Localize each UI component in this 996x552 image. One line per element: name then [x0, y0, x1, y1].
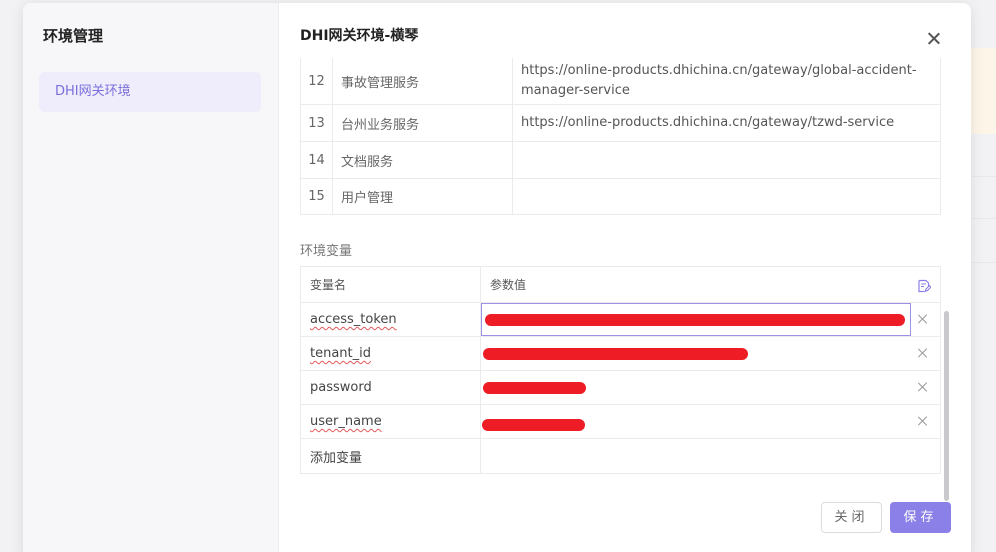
var-value-cell[interactable] — [481, 405, 940, 438]
header-var-name: 变量名 — [301, 267, 481, 302]
service-name: 文档服务 — [333, 142, 513, 178]
var-name-cell[interactable]: password — [301, 371, 481, 404]
env-var-row: access_token — [301, 303, 940, 337]
sidebar-item-dhi-gateway-env[interactable]: DHI网关环境 — [39, 72, 261, 112]
table-row: 12 事故管理服务 https://online-products.dhichi… — [301, 58, 940, 104]
add-variable-input[interactable]: 添加变量 — [301, 439, 481, 473]
var-name: access_token — [310, 312, 397, 327]
delete-row-icon[interactable] — [916, 346, 930, 360]
services-table: 12 事故管理服务 https://online-products.dhichi… — [300, 58, 941, 215]
dialog-title: DHI网关环境-横琴 — [300, 28, 419, 44]
close-button[interactable]: 关闭 — [821, 502, 882, 533]
redaction-mark — [483, 348, 748, 360]
table-row: 13 台州业务服务 https://online-products.dhichi… — [301, 104, 940, 141]
var-value-cell[interactable] — [481, 371, 940, 404]
var-value-input[interactable] — [481, 405, 911, 438]
service-name: 用户管理 — [333, 179, 513, 214]
var-value-cell[interactable] — [481, 337, 940, 370]
row-index: 12 — [301, 58, 333, 104]
var-value-input[interactable] — [481, 303, 911, 336]
header-var-value: 参数值 — [490, 278, 527, 292]
table-row: 15 用户管理 — [301, 178, 940, 214]
close-icon[interactable] — [924, 29, 944, 49]
sidebar: 环境管理 DHI网关环境 — [23, 3, 279, 552]
add-variable-value-cell[interactable] — [481, 439, 940, 473]
redaction-mark — [485, 314, 905, 326]
service-url: https://online-products.dhichina.cn/gate… — [521, 63, 917, 98]
var-name-cell[interactable]: tenant_id — [301, 337, 481, 370]
header-var-value-cell: 参数值 — [481, 267, 940, 302]
var-name: tenant_id — [310, 346, 372, 361]
delete-row-icon[interactable] — [916, 414, 930, 428]
env-var-row: user_name — [301, 405, 940, 439]
env-var-add-row: 添加变量 — [301, 439, 940, 473]
var-name: password — [310, 380, 372, 395]
table-row: 14 文档服务 — [301, 141, 940, 178]
main-content: DHI网关环境-横琴 12 事故管理服务 https://online-prod… — [279, 3, 971, 552]
service-url — [513, 142, 940, 178]
scrollbar[interactable] — [944, 311, 949, 501]
environment-management-dialog: 环境管理 DHI网关环境 DHI网关环境-横琴 12 事故管理服务 https:… — [23, 3, 971, 552]
var-value-cell[interactable] — [481, 303, 940, 336]
row-index: 13 — [301, 105, 333, 141]
service-name: 台州业务服务 — [333, 105, 513, 141]
var-value-input[interactable] — [481, 371, 911, 404]
env-vars-header: 变量名 参数值 — [301, 267, 940, 303]
env-var-row: tenant_id — [301, 337, 940, 371]
var-name-cell[interactable]: user_name — [301, 405, 481, 438]
var-name: user_name — [310, 414, 382, 429]
env-vars-table: 变量名 参数值 access_token tenant_id password … — [300, 266, 941, 474]
env-var-row: password — [301, 371, 940, 405]
delete-row-icon[interactable] — [916, 380, 930, 394]
service-name: 事故管理服务 — [333, 58, 513, 104]
var-value-input[interactable] — [481, 337, 911, 370]
env-vars-section-label: 环境变量 — [300, 244, 353, 259]
redaction-mark — [482, 419, 585, 431]
redaction-mark — [483, 382, 586, 394]
save-button[interactable]: 保存 — [890, 502, 951, 533]
row-index: 14 — [301, 142, 333, 178]
delete-row-icon[interactable] — [916, 312, 930, 326]
service-url — [513, 179, 940, 214]
var-name-cell[interactable]: access_token — [301, 303, 481, 336]
row-index: 15 — [301, 179, 333, 214]
service-url: https://online-products.dhichina.cn/gate… — [521, 115, 895, 130]
edit-icon[interactable] — [917, 279, 931, 293]
sidebar-title: 环境管理 — [43, 27, 104, 45]
